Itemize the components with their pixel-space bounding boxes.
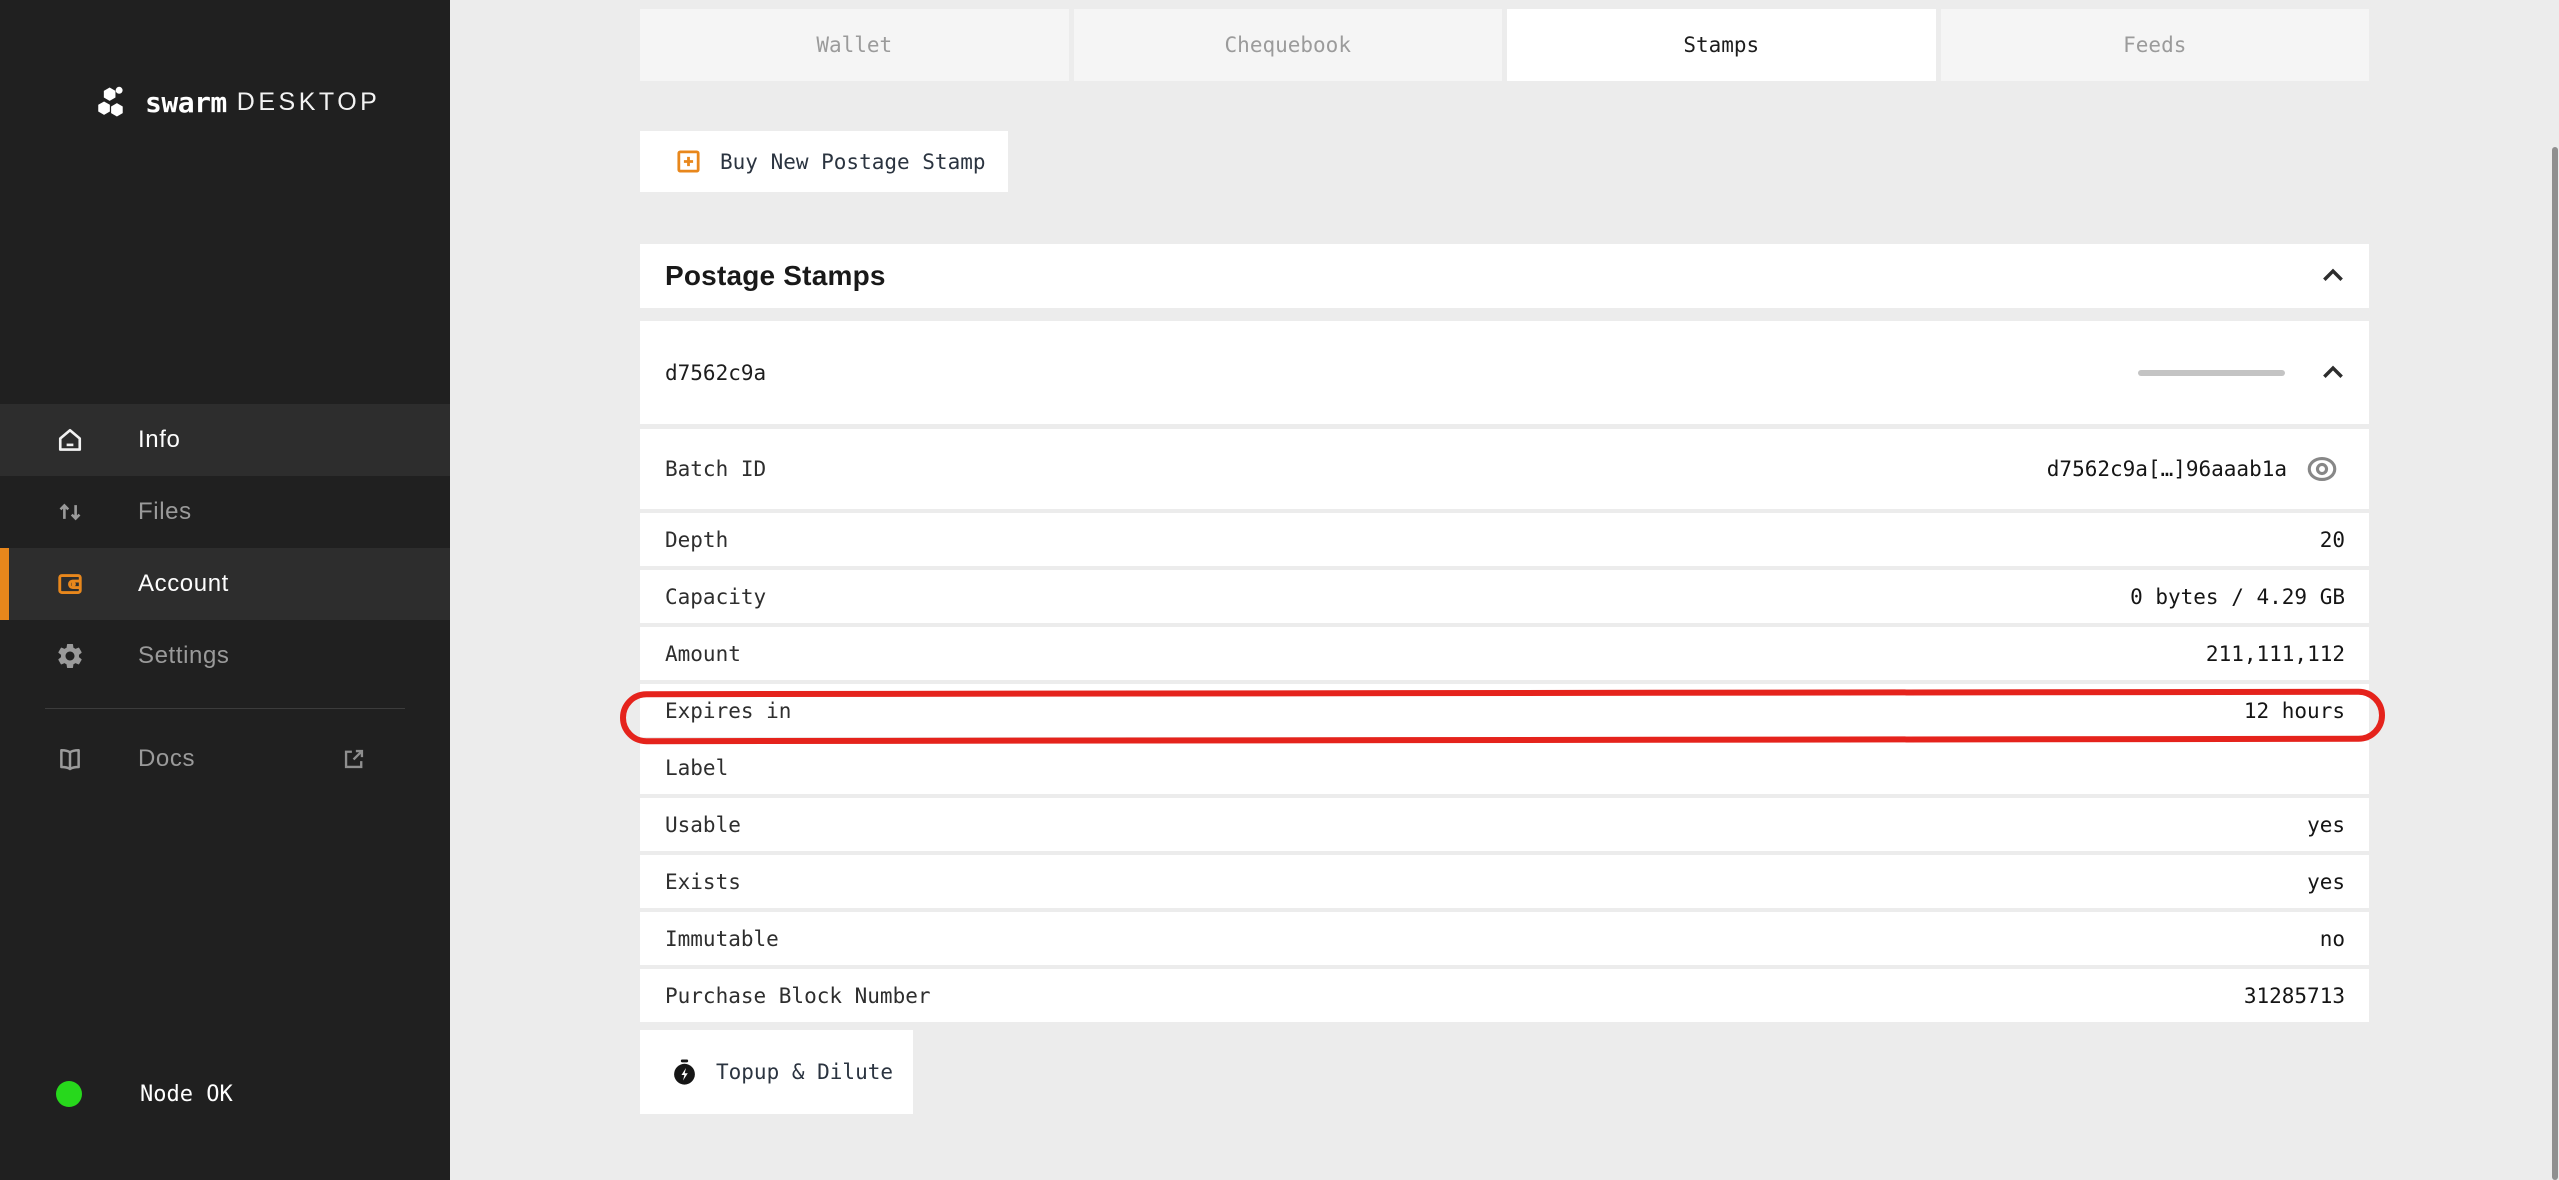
stamp-name: d7562c9a <box>665 361 766 385</box>
tab-feeds[interactable]: Feeds <box>1941 9 2370 81</box>
detail-value: 31285713 <box>2244 984 2345 1008</box>
detail-row-exists: Exists yes <box>640 855 2369 908</box>
sidebar-item-label: Settings <box>138 642 230 670</box>
sidebar-item-label: Docs <box>138 745 195 773</box>
app-root: swarm DESKTOP Info Files Account Setting… <box>0 0 2559 1180</box>
eye-icon <box>2305 452 2339 486</box>
book-icon <box>55 744 85 774</box>
main-scrollbar-thumb[interactable] <box>2552 147 2558 1180</box>
detail-row-depth: Depth 20 <box>640 513 2369 566</box>
app-logo: swarm DESKTOP <box>94 83 380 121</box>
node-status: Node OK <box>56 1081 233 1107</box>
detail-value: 20 <box>2320 528 2345 552</box>
stamp-details-table: Batch ID d7562c9a[…]96aaab1a Depth 20 Ca… <box>640 429 2369 1022</box>
sidebar-item-label: Account <box>138 570 229 598</box>
detail-value: yes <box>2307 813 2345 837</box>
sidebar-item-docs[interactable]: Docs <box>0 723 450 795</box>
tab-wallet[interactable]: Wallet <box>640 9 1069 81</box>
status-label: Node OK <box>140 1082 233 1107</box>
detail-label: Usable <box>665 813 741 837</box>
chevron-up-icon <box>2317 260 2349 292</box>
import-export-icon <box>55 497 85 527</box>
detail-value: yes <box>2307 870 2345 894</box>
stamp-summary-row[interactable]: d7562c9a <box>640 321 2369 424</box>
timer-bolt-icon <box>670 1058 699 1087</box>
detail-label: Purchase Block Number <box>665 984 931 1008</box>
main-content: WalletChequebookStampsFeeds Buy New Post… <box>640 9 2369 1114</box>
sidebar-item-files[interactable]: Files <box>0 476 450 548</box>
plus-square-icon <box>674 147 703 176</box>
external-link-icon <box>340 745 368 773</box>
detail-label: Label <box>665 756 728 780</box>
detail-label: Immutable <box>665 927 779 951</box>
reveal-batch-id-button[interactable] <box>2305 452 2339 486</box>
detail-row-batch-id: Batch ID d7562c9a[…]96aaab1a <box>640 429 2369 509</box>
sidebar: swarm DESKTOP Info Files Account Setting… <box>0 0 450 1180</box>
postage-stamps-section-header: Postage Stamps <box>640 244 2369 308</box>
brand-suffix: DESKTOP <box>237 88 381 117</box>
detail-value: 0 bytes / 4.29 GB <box>2130 585 2345 609</box>
chevron-up-icon <box>2317 357 2349 389</box>
sidebar-divider <box>45 708 405 709</box>
detail-label: Batch ID <box>665 457 766 481</box>
buy-button-label: Buy New Postage Stamp <box>720 150 986 174</box>
tab-stamps[interactable]: Stamps <box>1507 9 1936 81</box>
section-title: Postage Stamps <box>665 260 886 292</box>
gear-icon <box>55 641 85 671</box>
detail-row-amount: Amount 211,111,112 <box>640 627 2369 680</box>
brand-name: swarm <box>145 86 227 119</box>
status-dot <box>56 1081 82 1107</box>
detail-row-expires-in: Expires in 12 hours <box>640 684 2369 737</box>
detail-label: Amount <box>665 642 741 666</box>
detail-row-label: Label <box>640 741 2369 794</box>
detail-row-capacity: Capacity 0 bytes / 4.29 GB <box>640 570 2369 623</box>
detail-value: 211,111,112 <box>2206 642 2345 666</box>
detail-row-immutable: Immutable no <box>640 912 2369 965</box>
sidebar-item-account[interactable]: Account <box>0 548 450 620</box>
sidebar-item-settings[interactable]: Settings <box>0 620 450 692</box>
sidebar-item-info[interactable]: Info <box>0 404 450 476</box>
topup-button-label: Topup & Dilute <box>716 1060 893 1084</box>
topup-dilute-button[interactable]: Topup & Dilute <box>640 1030 913 1114</box>
tab-chequebook[interactable]: Chequebook <box>1074 9 1503 81</box>
detail-label: Depth <box>665 528 728 552</box>
buy-new-postage-stamp-button[interactable]: Buy New Postage Stamp <box>640 131 1008 192</box>
tab-bar: WalletChequebookStampsFeeds <box>640 9 2369 81</box>
detail-value: d7562c9a[…]96aaab1a <box>2047 457 2287 481</box>
main-area: WalletChequebookStampsFeeds Buy New Post… <box>450 0 2559 1180</box>
sidebar-nav: Info Files Account Settings Docs <box>0 404 450 795</box>
detail-value: 12 hours <box>2244 699 2345 723</box>
detail-label: Expires in <box>665 699 791 723</box>
expires-annotation-highlight <box>620 689 2385 744</box>
sidebar-item-label: Files <box>138 498 192 526</box>
detail-value: no <box>2320 927 2345 951</box>
stamp-progress-bar <box>2138 370 2285 376</box>
home-icon <box>55 425 85 455</box>
detail-row-usable: Usable yes <box>640 798 2369 851</box>
collapse-stamp-button[interactable] <box>2317 357 2349 389</box>
collapse-section-button[interactable] <box>2317 260 2349 292</box>
wallet-icon <box>55 569 85 599</box>
detail-row-purchase-block-number: Purchase Block Number 31285713 <box>640 969 2369 1022</box>
sidebar-item-label: Info <box>138 426 180 454</box>
swarm-logo-icon <box>94 83 132 121</box>
detail-label: Exists <box>665 870 741 894</box>
detail-label: Capacity <box>665 585 766 609</box>
